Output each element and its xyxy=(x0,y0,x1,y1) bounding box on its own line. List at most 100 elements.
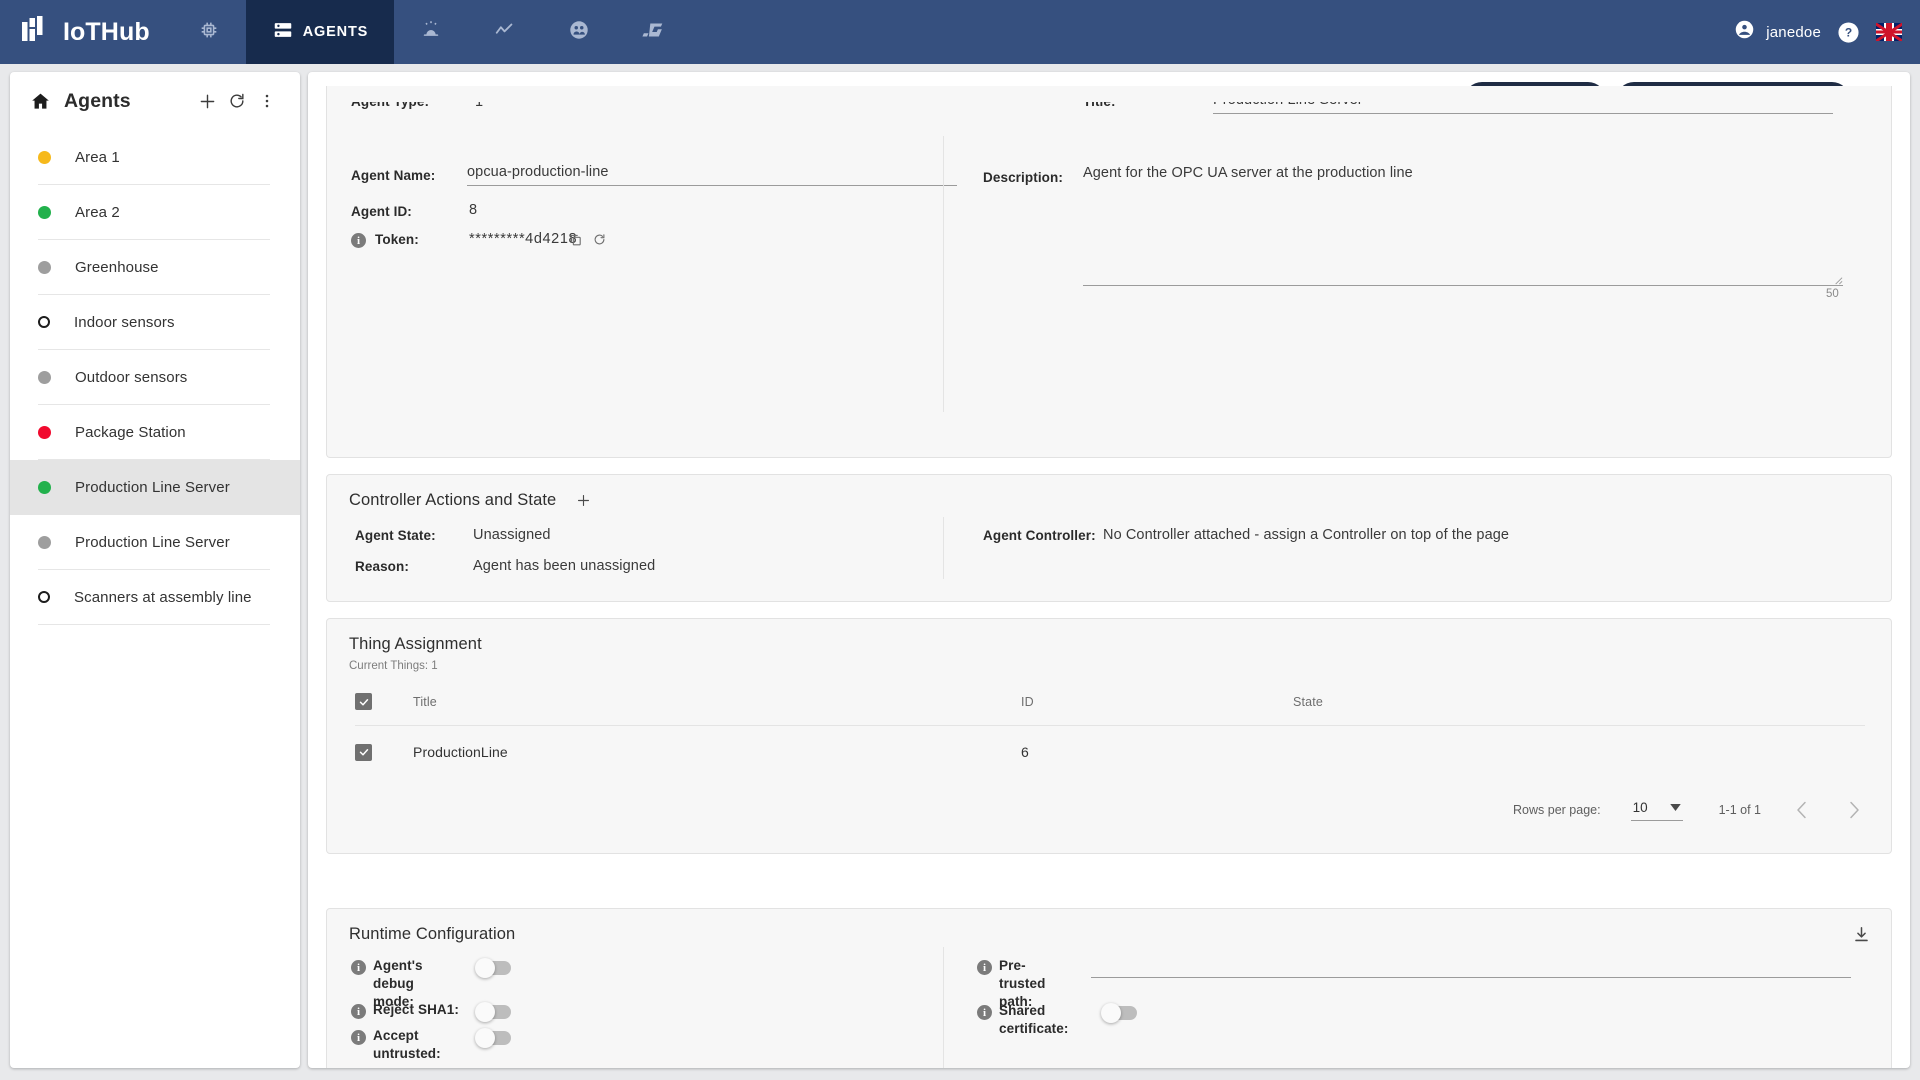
refresh-icon[interactable] xyxy=(592,232,607,252)
copy-icon[interactable] xyxy=(568,232,583,252)
reject-sha1-label: Reject SHA1: xyxy=(373,1002,459,1017)
reject-sha1-toggle[interactable] xyxy=(475,1002,511,1022)
status-dot xyxy=(38,260,51,274)
rows-per-page-value: 10 xyxy=(1632,799,1648,815)
pagination-range-label: 1-1 of 1 xyxy=(1718,803,1761,817)
uk-flag-icon[interactable] xyxy=(1876,23,1902,41)
brand-logo[interactable]: IoTHub xyxy=(0,0,172,64)
pre-trusted-path-info-icon[interactable]: i xyxy=(977,960,992,975)
agents-debug-mode-info-icon[interactable]: i xyxy=(351,960,366,975)
agent-state-value: Unassigned xyxy=(473,527,551,543)
row-checkbox[interactable] xyxy=(355,743,372,761)
sidebar-item-indoor-sensors[interactable]: Indoor sensors xyxy=(38,295,270,350)
refresh-agents-button[interactable] xyxy=(222,86,252,116)
agent-controller-label: Agent Controller: xyxy=(983,528,1096,543)
accept-untrusted-info-icon[interactable]: i xyxy=(351,1030,366,1045)
brand-name: IoTHub xyxy=(63,17,150,46)
previous-page-button[interactable] xyxy=(1783,791,1821,829)
agent-id-label: Agent ID: xyxy=(351,204,412,219)
token-value: *********4d4218 xyxy=(469,231,578,247)
shared-certificate-toggle[interactable] xyxy=(1101,1003,1137,1023)
reason-value: Agent has been unassigned xyxy=(473,558,656,574)
description-textarea[interactable]: Agent for the OPC UA server at the produ… xyxy=(1083,164,1843,286)
add-controller-action-button[interactable] xyxy=(575,492,592,514)
top-navigation-bar: IoTHub AGENTS janedoe ? xyxy=(0,0,1920,64)
description-value: Agent for the OPC UA server at the produ… xyxy=(1083,165,1413,181)
svg-text:?: ? xyxy=(1845,25,1852,39)
sidebar-item-label: Scanners at assembly line xyxy=(74,588,252,606)
help-icon[interactable]: ? xyxy=(1837,21,1860,44)
nav-item-alarms[interactable] xyxy=(394,0,468,64)
sidebar-item-outdoor-sensors[interactable]: Outdoor sensors xyxy=(38,350,270,405)
download-icon[interactable] xyxy=(1852,925,1871,949)
row-state xyxy=(1293,725,1865,761)
pre-trusted-path-input[interactable] xyxy=(1091,956,1851,978)
nav-item-analytics[interactable] xyxy=(468,0,542,64)
token-info-icon[interactable]: i xyxy=(351,233,366,248)
agent-detail-panel: opcua-production-line EXIT EDIT ASSIGN C… xyxy=(308,72,1910,1068)
sidebar-item-label: Area 2 xyxy=(75,203,120,221)
nav-items: AGENTS xyxy=(172,0,693,64)
table-paginator: Rows per page: 10 1-1 of 1 xyxy=(1513,791,1873,829)
toggle-knob xyxy=(475,1028,495,1048)
sidebar-item-package-station[interactable]: Package Station xyxy=(38,405,270,460)
nav-item-agents-label: AGENTS xyxy=(302,24,369,40)
user-menu[interactable]: janedoe xyxy=(1734,19,1821,45)
table-row[interactable]: ProductionLine 6 xyxy=(355,725,1865,761)
card-column-divider xyxy=(943,136,944,412)
add-agent-button[interactable] xyxy=(192,86,222,116)
toggle-knob xyxy=(1101,1003,1121,1023)
sidebar-item-greenhouse[interactable]: Greenhouse xyxy=(38,240,270,295)
sidebar-item-label: Indoor sensors xyxy=(74,313,175,331)
column-header-id[interactable]: ID xyxy=(1021,693,1293,725)
agent-list: Area 1 Area 2 Greenhouse Indoor sensors … xyxy=(10,130,300,625)
status-dot xyxy=(38,150,51,164)
sidebar-item-label: Area 1 xyxy=(75,148,120,166)
status-dot xyxy=(38,425,51,439)
controller-actions-card: Controller Actions and State Agent State… xyxy=(326,474,1892,602)
home-icon[interactable] xyxy=(30,91,51,112)
reject-sha1-info-icon[interactable]: i xyxy=(351,1004,366,1019)
reason-label: Reason: xyxy=(355,559,409,574)
shared-certificate-info-icon[interactable]: i xyxy=(977,1005,992,1020)
analytics-icon xyxy=(494,19,516,46)
next-page-button[interactable] xyxy=(1835,791,1873,829)
status-dot xyxy=(38,591,50,603)
controller-card-title: Controller Actions and State xyxy=(349,491,557,509)
sidebar-header: Agents xyxy=(10,72,300,130)
sidebar-item-scanners-at-assembly-line[interactable]: Scanners at assembly line xyxy=(38,570,270,625)
sidebar-item-area-1[interactable]: Area 1 xyxy=(38,130,270,185)
rows-per-page-select[interactable]: 10 xyxy=(1630,799,1683,821)
resize-handle-icon[interactable] xyxy=(1832,272,1843,285)
sidebar-more-button[interactable] xyxy=(252,86,282,116)
accept-untrusted-toggle[interactable] xyxy=(475,1028,511,1048)
nav-item-devices[interactable] xyxy=(172,0,246,64)
sidebar-item-production-line-server-selected[interactable]: Production Line Server xyxy=(10,460,300,515)
agent-name-input[interactable]: opcua-production-line xyxy=(467,164,957,186)
shared-certificate-label: Shared certificate: xyxy=(999,1003,1069,1036)
controller-column-divider xyxy=(943,517,944,579)
nav-item-agents[interactable]: AGENTS xyxy=(245,0,395,64)
thing-table: Title ID State ProductionLine 6 xyxy=(355,693,1865,761)
column-header-state[interactable]: State xyxy=(1293,693,1865,725)
select-all-checkbox[interactable] xyxy=(355,693,372,710)
group-icon xyxy=(568,19,590,46)
nav-item-branding[interactable] xyxy=(616,0,692,64)
sidebar-item-area-2[interactable]: Area 2 xyxy=(38,185,270,240)
rows-per-page-label: Rows per page: xyxy=(1513,803,1601,817)
description-label: Description: xyxy=(983,170,1063,185)
agents-debug-mode-toggle[interactable] xyxy=(475,958,511,978)
general-details-card: Agent Type: 1 Title: Production Line Ser… xyxy=(326,86,1892,458)
status-dot xyxy=(38,205,51,219)
toggle-knob xyxy=(475,958,495,978)
detail-scroll-area[interactable]: Agent Type: 1 Title: Production Line Ser… xyxy=(308,86,1910,1068)
nav-item-users[interactable] xyxy=(542,0,616,64)
user-name-label: janedoe xyxy=(1766,23,1821,41)
accept-untrusted-label: Accept untrusted: xyxy=(373,1028,441,1061)
column-header-title[interactable]: Title xyxy=(413,693,1021,725)
agent-name-label: Agent Name: xyxy=(351,168,436,183)
token-label: Token: xyxy=(375,232,419,247)
agent-title-input[interactable]: Production Line Server xyxy=(1213,102,1833,114)
sidebar-item-production-line-server[interactable]: Production Line Server xyxy=(38,515,270,570)
agent-controller-value: No Controller attached - assign a Contro… xyxy=(1103,527,1510,543)
